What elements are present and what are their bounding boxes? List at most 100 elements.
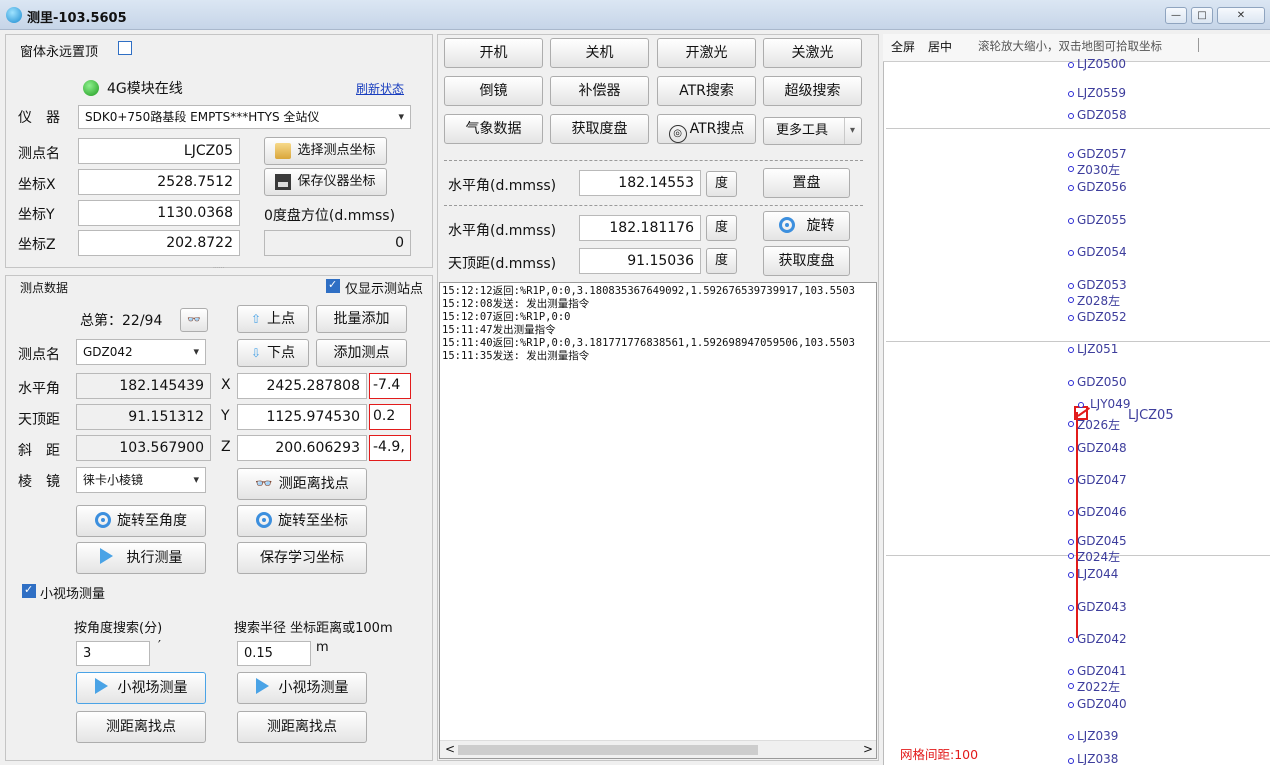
map-point[interactable] [1078, 402, 1084, 408]
invert-telescope-button[interactable]: 倒镜 [444, 76, 543, 106]
find-by-distance-button-1[interactable]: 测距离找点 [76, 711, 206, 743]
rotate-to-angle-button[interactable]: 旋转至角度 [76, 505, 206, 537]
compensator-button[interactable]: 补偿器 [550, 76, 649, 106]
deg-button-3[interactable]: 度 [706, 248, 737, 274]
minimize-button[interactable]: — [1165, 7, 1187, 24]
zenith2-field[interactable]: 91.15036 [579, 248, 701, 274]
map-point-label: LJZ051 [1077, 342, 1119, 356]
map-point[interactable] [1068, 421, 1074, 427]
coord-z-field[interactable]: 202.8722 [78, 230, 240, 256]
map-point[interactable] [1068, 283, 1074, 289]
hz2-field[interactable]: 182.181176 [579, 215, 701, 241]
fullscreen-button[interactable]: 全屏 [891, 38, 915, 55]
get-circle-button[interactable]: 获取度盘 [550, 114, 649, 144]
map-point[interactable] [1068, 347, 1074, 353]
find-by-distance-button-2[interactable]: 测距离找点 [237, 711, 367, 743]
coord-x-field[interactable]: 2528.7512 [78, 169, 240, 195]
weather-data-button[interactable]: 气象数据 [444, 114, 543, 144]
map-point[interactable] [1068, 218, 1074, 224]
map-point[interactable] [1068, 152, 1074, 158]
map-point[interactable] [1068, 185, 1074, 191]
map-point[interactable] [1068, 758, 1074, 764]
rotate-button[interactable]: 旋转 [763, 211, 850, 241]
map-point[interactable] [1068, 637, 1074, 643]
map-point[interactable] [1068, 166, 1074, 172]
horizontal-scrollbar[interactable]: < > [440, 740, 876, 758]
close-button[interactable]: ✕ [1217, 7, 1265, 24]
maximize-button[interactable]: □ [1191, 7, 1213, 24]
execute-measure-button[interactable]: 执行测量 [76, 542, 206, 574]
window-title: 测里-103.5605 [27, 11, 127, 26]
save-learn-coord-button[interactable]: 保存学习坐标 [237, 542, 367, 574]
map-hint: 滚轮放大缩小，双击地图可拾取坐标 [978, 39, 1162, 53]
hz2-label: 水平角(d.mmss) [448, 223, 557, 239]
super-search-button[interactable]: 超级搜索 [763, 76, 862, 106]
map-point[interactable] [1068, 446, 1074, 452]
binoculars-button[interactable]: 👓 [180, 308, 208, 332]
grid-spacing-label: 网格间距:100 [900, 747, 979, 762]
coord-y-field[interactable]: 1130.0368 [78, 200, 240, 226]
batch-add-button[interactable]: 批量添加 [316, 305, 407, 333]
map-point[interactable] [1068, 669, 1074, 675]
rotate-to-coord-button[interactable]: 旋转至坐标 [237, 505, 367, 537]
power-on-button[interactable]: 开机 [444, 38, 543, 68]
map-point[interactable] [1068, 113, 1074, 119]
x-field[interactable]: 2425.287808 [237, 373, 367, 399]
map-panel[interactable] [883, 34, 1270, 765]
deg-button-2[interactable]: 度 [706, 215, 737, 241]
find-by-distance-button[interactable]: 👓 测距离找点 [237, 468, 367, 500]
map-point[interactable] [1068, 539, 1074, 545]
instrument-select[interactable]: SDK0+750路基段 EMPTS***HTYS 全站仪 [78, 105, 411, 129]
map-point[interactable] [1068, 315, 1074, 321]
center-button[interactable]: 居中 [928, 38, 952, 55]
zero-azimuth-field[interactable]: 0 [264, 230, 411, 256]
map-point[interactable] [1068, 605, 1074, 611]
small-fov-measure-button-1[interactable]: 小视场测量 [76, 672, 206, 704]
angle-search-field[interactable]: 3 [76, 641, 150, 666]
laser-off-button[interactable]: 关激光 [763, 38, 862, 68]
map-point[interactable] [1068, 510, 1074, 516]
get-circle-button-2[interactable]: 获取度盘 [763, 246, 850, 276]
laser-on-button[interactable]: 开激光 [657, 38, 756, 68]
select-station-button[interactable]: 选择测点坐标 [264, 137, 387, 165]
deg-button-1[interactable]: 度 [706, 171, 737, 197]
map-point[interactable] [1068, 297, 1074, 303]
map-point[interactable] [1068, 572, 1074, 578]
map-point[interactable] [1068, 380, 1074, 386]
add-point-button[interactable]: 添加测点 [316, 339, 407, 367]
station-name-field[interactable]: LJCZ05 [78, 138, 240, 164]
small-fov-measure-button-2[interactable]: 小视场测量 [237, 672, 367, 704]
atr-point-button[interactable]: ◎ ATR搜点 [657, 114, 756, 144]
map-point[interactable] [1068, 683, 1074, 689]
set-circle-button[interactable]: 置盘 [763, 168, 850, 198]
point-name-select[interactable]: GDZ042 [76, 339, 206, 365]
dz-field: -4.9, [369, 435, 411, 461]
map-point[interactable] [1068, 62, 1074, 68]
search-radius-field[interactable]: 0.15 [237, 641, 311, 666]
small-fov-checkbox[interactable] [22, 583, 36, 598]
refresh-status-link[interactable]: 刷新状态 [356, 80, 404, 97]
y-field[interactable]: 1125.974530 [237, 404, 367, 430]
resize-grip[interactable]: ...... [213, 263, 224, 270]
map-point[interactable] [1068, 553, 1074, 559]
map-point[interactable] [1068, 734, 1074, 740]
scrollbar-thumb[interactable] [458, 745, 758, 755]
scroll-left-icon[interactable]: < [445, 742, 455, 756]
scroll-right-icon[interactable]: > [863, 742, 873, 756]
save-instrument-button[interactable]: 保存仪器坐标 [264, 168, 387, 196]
prev-point-button[interactable]: ⇧ 上点 [237, 305, 309, 333]
next-point-button[interactable]: ⇩ 下点 [237, 339, 309, 367]
log-area[interactable]: 15:12:12返回:%R1P,0:0,3.180835367649092,1.… [439, 282, 877, 759]
more-tools-button[interactable]: 更多工具 ▾ [763, 117, 862, 145]
hz1-field[interactable]: 182.14553 [579, 170, 701, 196]
always-top-checkbox[interactable] [118, 41, 132, 55]
power-off-button[interactable]: 关机 [550, 38, 649, 68]
prism-select[interactable]: 徕卡小棱镜 [76, 467, 206, 493]
z-field[interactable]: 200.606293 [237, 435, 367, 461]
map-point[interactable] [1068, 478, 1074, 484]
map-point[interactable] [1068, 702, 1074, 708]
map-point[interactable] [1068, 250, 1074, 256]
only-station-checkbox[interactable] [326, 278, 340, 293]
atr-search-button[interactable]: ATR搜索 [657, 76, 756, 106]
map-point[interactable] [1068, 91, 1074, 97]
